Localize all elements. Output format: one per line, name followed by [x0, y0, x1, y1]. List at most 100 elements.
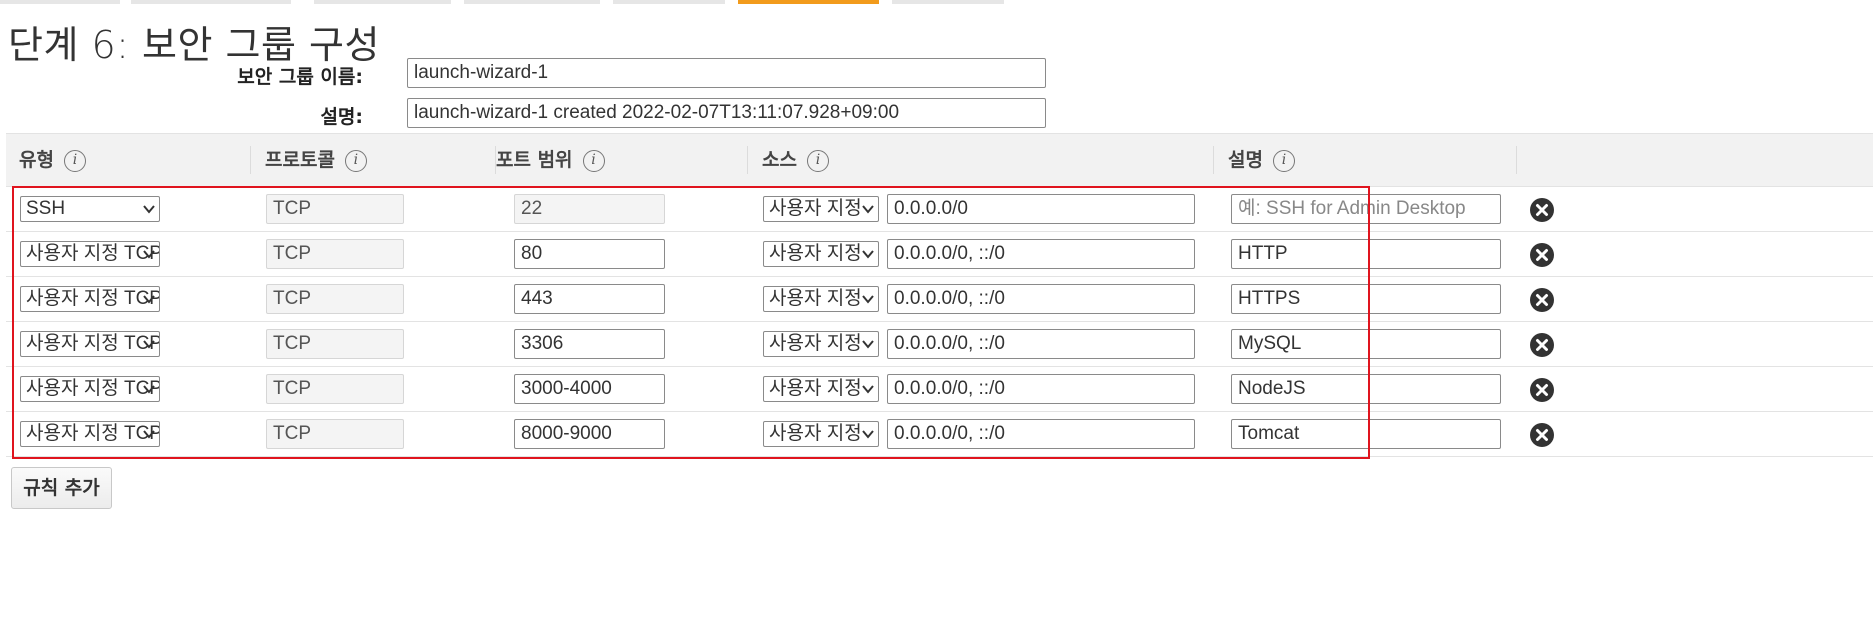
header-type: 유형 i	[19, 134, 86, 186]
port-range-input[interactable]: 3306	[514, 329, 665, 359]
header-divider	[250, 146, 251, 174]
info-icon[interactable]: i	[344, 149, 367, 172]
chevron-down-icon	[143, 340, 155, 349]
wizard-tab-5[interactable]	[613, 0, 725, 4]
source-type-value: 사용자 지정	[769, 198, 862, 219]
remove-rule-icon[interactable]	[1530, 378, 1554, 402]
type-select[interactable]: 사용자 지정 TCP	[20, 286, 160, 312]
chevron-down-icon	[143, 385, 155, 394]
source-type-value: 사용자 지정	[769, 288, 862, 309]
info-icon[interactable]: i	[582, 149, 605, 172]
chevron-down-icon	[862, 430, 874, 439]
source-type-value: 사용자 지정	[769, 378, 862, 399]
type-select[interactable]: 사용자 지정 TCP	[20, 421, 160, 447]
info-icon[interactable]: i	[806, 149, 829, 172]
port-range-input[interactable]: 80	[514, 239, 665, 269]
source-cidr-input[interactable]: 0.0.0.0/0	[887, 194, 1195, 224]
chevron-down-icon	[143, 250, 155, 259]
chevron-down-icon	[143, 430, 155, 439]
source-type-select[interactable]: 사용자 지정	[763, 331, 879, 357]
type-select-value: 사용자 지정 TCP	[26, 333, 160, 354]
port-range-input: 22	[514, 194, 665, 224]
source-type-value: 사용자 지정	[769, 333, 862, 354]
source-type-select[interactable]: 사용자 지정	[763, 421, 879, 447]
remove-rule-icon[interactable]	[1530, 288, 1554, 312]
chevron-down-icon	[143, 295, 155, 304]
table-header: 유형 i 프로토콜 i 포트 범위 i 소스 i 설명 i	[6, 133, 1873, 187]
source-type-select[interactable]: 사용자 지정	[763, 196, 879, 222]
source-cidr-input[interactable]: 0.0.0.0/0, ::/0	[887, 374, 1195, 404]
table-row: 사용자 지정 TCP TCP 3306 사용자 지정 0.0.0.0/0, ::…	[6, 321, 1873, 367]
header-source: 소스 i	[762, 134, 829, 186]
description-row: 설명: launch-wizard-1 created 2022-02-07T1…	[0, 98, 1873, 132]
protocol-field: TCP	[266, 284, 404, 314]
header-divider	[747, 146, 748, 174]
group-name-input[interactable]: launch-wizard-1	[407, 58, 1046, 88]
table-row: 사용자 지정 TCP TCP 443 사용자 지정 0.0.0.0/0, ::/…	[6, 276, 1873, 322]
wizard-tab-3[interactable]	[314, 0, 451, 4]
header-type-label: 유형	[19, 149, 54, 171]
type-select[interactable]: 사용자 지정 TCP	[20, 241, 160, 267]
type-select[interactable]: 사용자 지정 TCP	[20, 331, 160, 357]
wizard-tab-4[interactable]	[464, 0, 600, 4]
wizard-tab-7[interactable]	[892, 0, 1004, 4]
source-cidr-input[interactable]: 0.0.0.0/0, ::/0	[887, 329, 1195, 359]
chevron-down-icon	[862, 385, 874, 394]
type-select-value: 사용자 지정 TCP	[26, 288, 160, 309]
type-select-value: SSH	[26, 198, 66, 219]
info-icon[interactable]: i	[1272, 149, 1295, 172]
source-type-select[interactable]: 사용자 지정	[763, 286, 879, 312]
port-range-input[interactable]: 3000-4000	[514, 374, 665, 404]
header-source-label: 소스	[762, 149, 797, 171]
rule-description-input[interactable]: Tomcat	[1231, 419, 1501, 449]
remove-rule-icon[interactable]	[1530, 423, 1554, 447]
rule-description-input[interactable]: 예: SSH for Admin Desktop	[1231, 194, 1501, 224]
port-range-input[interactable]: 8000-9000	[514, 419, 665, 449]
chevron-down-icon	[862, 205, 874, 214]
type-select-value: 사용자 지정 TCP	[26, 423, 160, 444]
port-range-input[interactable]: 443	[514, 284, 665, 314]
protocol-field: TCP	[266, 329, 404, 359]
wizard-tab-1[interactable]	[0, 0, 120, 4]
wizard-tab-2[interactable]	[131, 0, 291, 4]
chevron-down-icon	[862, 250, 874, 259]
source-cidr-input[interactable]: 0.0.0.0/0, ::/0	[887, 239, 1195, 269]
wizard-tab-6-active[interactable]	[738, 0, 879, 4]
protocol-field: TCP	[266, 374, 404, 404]
remove-rule-icon[interactable]	[1530, 333, 1554, 357]
source-type-select[interactable]: 사용자 지정	[763, 241, 879, 267]
table-row: 사용자 지정 TCP TCP 8000-9000 사용자 지정 0.0.0.0/…	[6, 411, 1873, 457]
remove-rule-icon[interactable]	[1530, 198, 1554, 222]
header-port-range: 포트 범위 i	[496, 134, 605, 186]
header-description: 설명 i	[1228, 134, 1295, 186]
rule-description-input[interactable]: NodeJS	[1231, 374, 1501, 404]
header-port-range-label: 포트 범위	[496, 149, 573, 171]
source-cidr-input[interactable]: 0.0.0.0/0, ::/0	[887, 284, 1195, 314]
source-type-value: 사용자 지정	[769, 423, 862, 444]
header-divider	[1213, 146, 1214, 174]
type-select[interactable]: 사용자 지정 TCP	[20, 376, 160, 402]
type-select-value: 사용자 지정 TCP	[26, 243, 160, 264]
description-input[interactable]: launch-wizard-1 created 2022-02-07T13:11…	[407, 98, 1046, 128]
source-cidr-input[interactable]: 0.0.0.0/0, ::/0	[887, 419, 1195, 449]
protocol-field: TCP	[266, 239, 404, 269]
table-row: 사용자 지정 TCP TCP 3000-4000 사용자 지정 0.0.0.0/…	[6, 366, 1873, 412]
header-description-label: 설명	[1228, 149, 1263, 171]
rule-description-input[interactable]: HTTP	[1231, 239, 1501, 269]
add-rule-button[interactable]: 규칙 추가	[11, 467, 112, 509]
group-name-row: 보안 그룹 이름: launch-wizard-1	[0, 58, 1873, 92]
remove-rule-icon[interactable]	[1530, 243, 1554, 267]
rule-description-input[interactable]: HTTPS	[1231, 284, 1501, 314]
type-select-value: 사용자 지정 TCP	[26, 378, 160, 399]
header-protocol: 프로토콜 i	[265, 134, 367, 186]
source-type-select[interactable]: 사용자 지정	[763, 376, 879, 402]
type-select[interactable]: SSH	[20, 196, 160, 222]
info-icon[interactable]: i	[63, 149, 86, 172]
protocol-field: TCP	[266, 194, 404, 224]
source-type-value: 사용자 지정	[769, 243, 862, 264]
chevron-down-icon	[862, 340, 874, 349]
group-name-label: 보안 그룹 이름:	[237, 66, 363, 88]
table-row: 사용자 지정 TCP TCP 80 사용자 지정 0.0.0.0/0, ::/0…	[6, 231, 1873, 277]
rule-description-input[interactable]: MySQL	[1231, 329, 1501, 359]
chevron-down-icon	[862, 295, 874, 304]
